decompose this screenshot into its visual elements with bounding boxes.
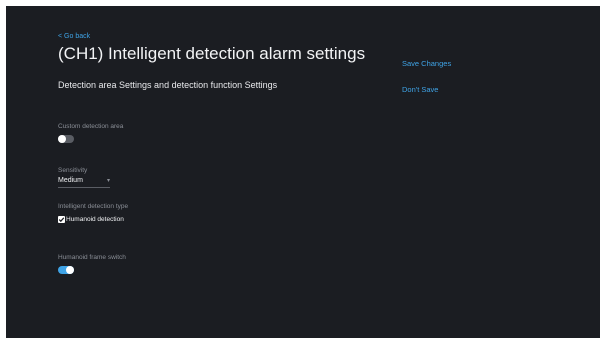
go-back-link[interactable]: < Go back bbox=[58, 33, 90, 40]
chevron-down-icon: ▾ bbox=[106, 178, 110, 184]
humanoid-frame-switch-toggle[interactable] bbox=[58, 266, 74, 274]
sensitivity-select[interactable]: Medium ▾ bbox=[58, 177, 110, 188]
sensitivity-value: Medium bbox=[58, 177, 83, 184]
page-title: (CH1) Intelligent detection alarm settin… bbox=[58, 44, 366, 63]
toggle-knob bbox=[58, 135, 66, 143]
sensitivity-label: Sensitivity bbox=[58, 167, 88, 174]
save-changes-button[interactable]: Save Changes bbox=[402, 59, 451, 68]
page-subtitle: Detection area Settings and detection fu… bbox=[58, 80, 278, 90]
dont-save-button[interactable]: Don't Save bbox=[402, 85, 438, 94]
humanoid-detection-option[interactable]: Humanoid detection bbox=[58, 215, 124, 224]
custom-detection-area-label: Custom detection area bbox=[58, 123, 124, 130]
custom-detection-area-toggle[interactable] bbox=[58, 135, 74, 143]
detection-type-label: Intelligent detection type bbox=[58, 203, 129, 210]
humanoid-detection-label: Humanoid detection bbox=[66, 216, 124, 223]
humanoid-detection-checkbox[interactable] bbox=[58, 216, 65, 223]
humanoid-frame-switch-label: Humanoid frame switch bbox=[58, 254, 126, 261]
checkmark-icon bbox=[58, 217, 65, 223]
settings-screen: < Go back (CH1) Intelligent detection al… bbox=[6, 6, 600, 338]
toggle-knob bbox=[66, 266, 74, 274]
